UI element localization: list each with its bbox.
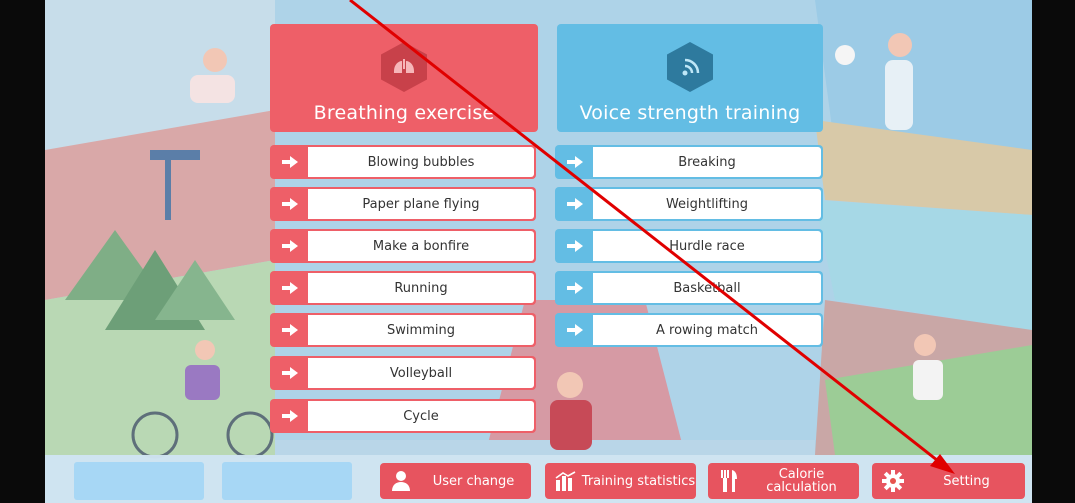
list-item-label: Blowing bubbles <box>308 147 534 177</box>
list-item-weightlifting[interactable]: Weightlifting <box>555 187 823 221</box>
list-item-label: Running <box>308 273 534 303</box>
list-item-make-a-bonfire[interactable]: Make a bonfire <box>270 229 536 263</box>
user-change-label: User change <box>432 473 515 489</box>
list-item-swimming[interactable]: Swimming <box>270 313 536 347</box>
list-item-label: Breaking <box>593 147 821 177</box>
list-item-label: Hurdle race <box>593 231 821 261</box>
setting-label: Setting <box>943 473 990 489</box>
user-icon <box>386 470 416 492</box>
list-item-basketball[interactable]: Basketball <box>555 271 823 305</box>
list-item-hurdle-race[interactable]: Hurdle race <box>555 229 823 263</box>
left-letterbox <box>0 0 45 503</box>
list-item-blowing-bubbles[interactable]: Blowing bubbles <box>270 145 536 179</box>
list-item-label: Paper plane flying <box>308 189 534 219</box>
arrow-right-icon <box>557 273 593 303</box>
calorie-calculation-label: Calorie calculation <box>766 467 837 495</box>
arrow-right-icon <box>557 231 593 261</box>
sports-collage-background <box>45 0 1032 503</box>
list-item-label: Cycle <box>308 401 534 431</box>
arrow-right-icon <box>272 358 308 388</box>
training-statistics-button[interactable]: Training statistics <box>545 463 696 499</box>
setting-button[interactable]: Setting <box>872 463 1025 499</box>
list-item-volleyball[interactable]: Volleyball <box>270 356 536 390</box>
list-item-label: Swimming <box>308 315 534 345</box>
arrow-right-icon <box>272 273 308 303</box>
fork-knife-icon <box>714 470 744 492</box>
arrow-right-icon <box>272 231 308 261</box>
lungs-icon <box>381 42 427 92</box>
right-letterbox <box>1032 0 1075 503</box>
list-item-label: Make a bonfire <box>308 231 534 261</box>
user-change-button[interactable]: User change <box>380 463 531 499</box>
empty-slot-1 <box>74 462 204 500</box>
gear-icon <box>878 470 908 492</box>
list-item-label: Basketball <box>593 273 821 303</box>
empty-slot-2 <box>222 462 352 500</box>
voice-strength-training-title: Voice strength training <box>579 102 801 124</box>
list-item-paper-plane-flying[interactable]: Paper plane flying <box>270 187 536 221</box>
arrow-right-icon <box>557 147 593 177</box>
list-item-breaking[interactable]: Breaking <box>555 145 823 179</box>
list-item-running[interactable]: Running <box>270 271 536 305</box>
arrow-right-icon <box>557 315 593 345</box>
breathing-exercise-title: Breathing exercise <box>313 102 495 124</box>
voice-strength-training-card[interactable]: Voice strength training <box>557 24 823 132</box>
breathing-exercise-card[interactable]: Breathing exercise <box>270 24 538 132</box>
arrow-right-icon <box>272 315 308 345</box>
list-item-label: A rowing match <box>593 315 821 345</box>
arrow-right-icon <box>272 147 308 177</box>
sound-wave-icon <box>667 42 713 92</box>
list-item-a-rowing-match[interactable]: A rowing match <box>555 313 823 347</box>
arrow-right-icon <box>272 401 308 431</box>
list-item-label: Weightlifting <box>593 189 821 219</box>
list-item-cycle[interactable]: Cycle <box>270 399 536 433</box>
calorie-calculation-button[interactable]: Calorie calculation <box>708 463 859 499</box>
arrow-right-icon <box>272 189 308 219</box>
training-statistics-label: Training statistics <box>581 473 696 489</box>
app-screen: Breathing exercise Voice strength traini… <box>45 0 1032 503</box>
bar-chart-icon <box>551 471 581 491</box>
list-item-label: Volleyball <box>308 358 534 388</box>
arrow-right-icon <box>557 189 593 219</box>
